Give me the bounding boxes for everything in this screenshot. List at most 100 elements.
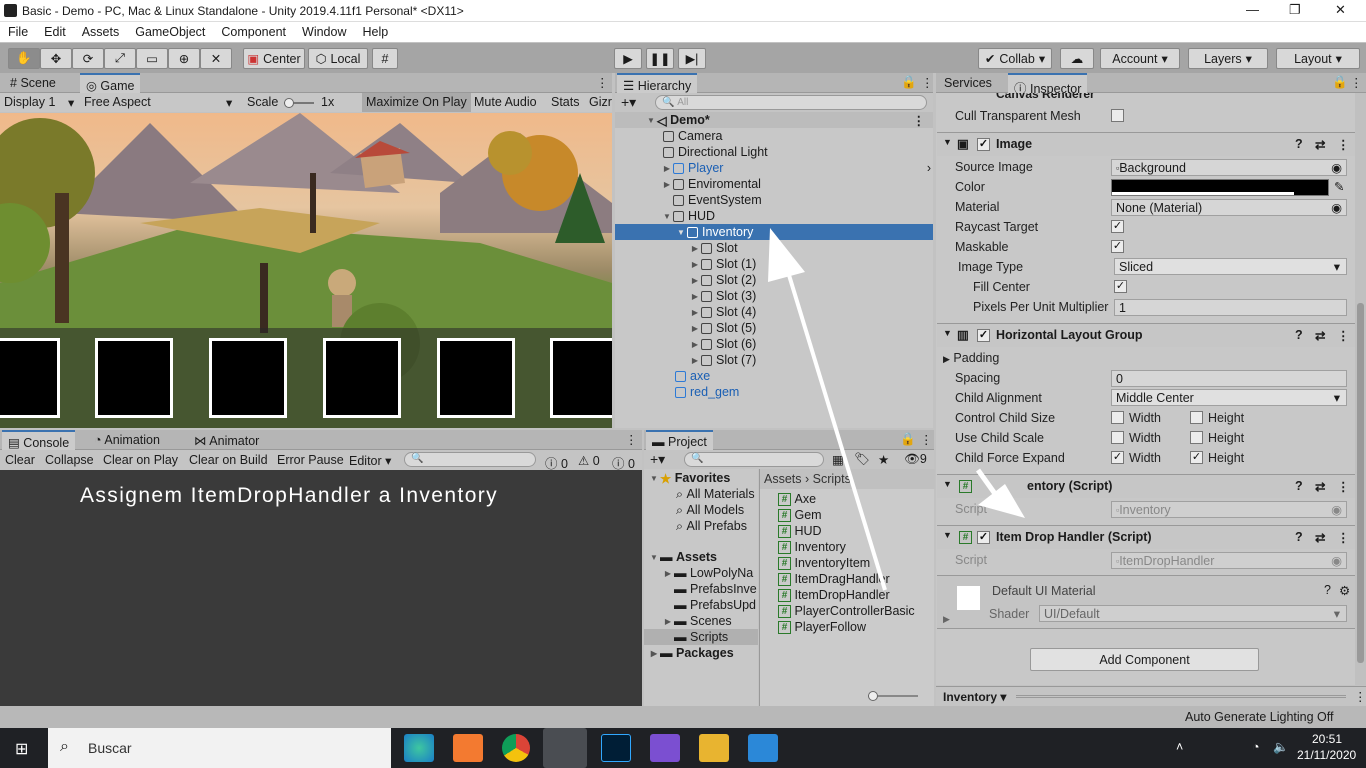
tab-hierarchy[interactable]: ☰ Hierarchy xyxy=(617,73,698,93)
hierarchy-item[interactable]: ▶ Slot (4) xyxy=(689,304,756,320)
clear-button[interactable]: Clear xyxy=(5,453,35,467)
preset-icon[interactable]: ⇄ xyxy=(1315,530,1325,545)
gizmos-button[interactable]: Gizr xyxy=(589,95,612,109)
close-icon[interactable]: ✕ xyxy=(1335,2,1346,18)
child-align-dropdown[interactable]: Middle Center ▾ xyxy=(1111,389,1347,406)
preview-splitter[interactable] xyxy=(1016,695,1346,698)
material-field[interactable]: None (Material) ◉ xyxy=(1111,199,1347,216)
filter-type-icon[interactable]: ▦ xyxy=(832,452,844,467)
ppu-field[interactable]: 1 xyxy=(1114,299,1347,316)
file-explorer-taskbar-icon[interactable] xyxy=(699,734,729,762)
hierarchy-item[interactable]: EventSystem xyxy=(673,192,762,208)
asset-folder[interactable]: ▶ ▬ Scenes xyxy=(662,613,732,629)
script-file[interactable]: # ItemDropHandler xyxy=(778,587,890,603)
help-icon[interactable]: ? xyxy=(1324,583,1331,597)
layers-button[interactable]: Layers ▾ xyxy=(1188,48,1268,69)
tray-chevron-icon[interactable]: ˄ xyxy=(1176,740,1183,754)
asset-folder[interactable]: ▬ PrefabsInve xyxy=(674,581,757,597)
footer-selection-dropdown[interactable]: Inventory ▾ xyxy=(943,690,1006,704)
windows-start-icon[interactable]: ⊞ xyxy=(15,739,28,759)
inspector-scrollbar[interactable] xyxy=(1355,93,1366,685)
image-type-dropdown[interactable]: Sliced ▾ xyxy=(1114,258,1347,275)
hierarchy-item[interactable]: ▶ Slot (6) xyxy=(689,336,756,352)
rotate-tool-button[interactable]: ⟳ xyxy=(72,48,104,69)
cfe-height-checkbox[interactable]: ✓ xyxy=(1190,451,1203,464)
help-icon[interactable]: ? xyxy=(1295,530,1303,544)
component-menu-icon[interactable]: ⋮ xyxy=(1337,530,1350,545)
script-file[interactable]: # InventoryItem xyxy=(778,555,870,571)
image-component-header[interactable]: ▼ ▣ ✓ Image ? ⇄ ⋮ xyxy=(937,132,1355,156)
filter-label-icon[interactable]: 🏷 xyxy=(854,452,870,467)
packages-header[interactable]: ▶ ▬ Packages xyxy=(648,645,734,661)
cloud-button[interactable]: ☁ xyxy=(1060,48,1094,69)
asset-folder[interactable]: ▬ PrefabsUpd xyxy=(674,597,756,613)
script-file[interactable]: # HUD xyxy=(778,523,822,539)
inventory-slot[interactable] xyxy=(0,338,60,418)
component-menu-icon[interactable]: ⋮ xyxy=(1337,137,1350,152)
hierarchy-item[interactable]: ▶ Enviromental xyxy=(661,176,761,192)
editor-dropdown[interactable]: Editor ▾ xyxy=(349,453,391,468)
tab-services[interactable]: Services xyxy=(938,73,998,93)
asset-folder[interactable]: ▶ ▬ LowPolyNa xyxy=(662,565,753,581)
panel-menu-icon[interactable]: ⋮ xyxy=(596,75,609,90)
drop-handler-enabled-checkbox[interactable]: ✓ xyxy=(977,531,990,544)
ucs-height-checkbox[interactable] xyxy=(1190,431,1203,444)
project-menu-icon[interactable]: ⋮ xyxy=(920,432,933,447)
foldout-icon[interactable]: ▼ xyxy=(943,137,952,147)
custom-tool-button[interactable]: ✕ xyxy=(200,48,232,69)
tab-game[interactable]: ◎ Game xyxy=(80,73,141,93)
ucs-width-checkbox[interactable] xyxy=(1111,431,1124,444)
hidden-packages-toggle[interactable]: 👁9 xyxy=(904,452,927,467)
move-tool-button[interactable]: ✥ xyxy=(40,48,72,69)
menu-component[interactable]: Component xyxy=(213,22,294,42)
footer-menu-icon[interactable]: ⋮ xyxy=(1354,689,1366,704)
console-search-input[interactable]: 🔍 xyxy=(404,452,536,467)
cfe-width-checkbox[interactable]: ✓ xyxy=(1111,451,1124,464)
layout-button[interactable]: Layout ▾ xyxy=(1276,48,1360,69)
hierarchy-item[interactable]: ▶ Slot (1) xyxy=(689,256,756,272)
script-file[interactable]: # PlayerControllerBasic xyxy=(778,603,915,619)
hierarchy-item[interactable]: Directional Light xyxy=(663,144,768,160)
collab-button[interactable]: ✔ Collab ▾ xyxy=(978,48,1052,69)
tab-animator[interactable]: ⋈ Animator xyxy=(188,430,265,450)
ccs-width-checkbox[interactable] xyxy=(1111,411,1124,424)
lock-icon[interactable]: 🔒 xyxy=(901,75,917,90)
raycast-checkbox[interactable]: ✓ xyxy=(1111,220,1124,233)
inventory-slot[interactable] xyxy=(323,338,401,418)
restore-icon[interactable]: ❐ xyxy=(1289,2,1301,18)
hierarchy-item[interactable]: ▶ Slot (3) xyxy=(689,288,756,304)
eyedropper-icon[interactable]: ✎ xyxy=(1334,179,1344,194)
favorites-header[interactable]: ▼ ★ Favorites xyxy=(648,470,730,486)
spacing-field[interactable]: 0 xyxy=(1111,370,1347,387)
pivot-center-button[interactable]: ▣ Center xyxy=(243,48,305,69)
menu-file[interactable]: File xyxy=(0,22,36,42)
foldout-icon[interactable]: ▼ xyxy=(943,328,952,338)
edge-taskbar-icon[interactable] xyxy=(404,734,434,762)
inventory-slot[interactable] xyxy=(209,338,287,418)
network-icon[interactable]: ◔ xyxy=(1252,740,1260,754)
foldout-icon[interactable]: ▼ xyxy=(943,479,952,489)
script-file[interactable]: # ItemDragHandler xyxy=(778,571,890,587)
scale-slider[interactable] xyxy=(284,98,314,108)
menu-gameobject[interactable]: GameObject xyxy=(127,22,213,42)
stats-button[interactable]: Stats xyxy=(551,95,580,109)
hierarchy-item[interactable]: ▶ Player › xyxy=(661,160,931,176)
inventory-script-header[interactable]: ▼ # entory (Script) ? ⇄ ⋮ xyxy=(937,474,1355,498)
taskbar-search-input[interactable]: ⌕ Buscar xyxy=(48,728,391,768)
script-file[interactable]: # PlayerFollow xyxy=(778,619,866,635)
hierarchy-menu-icon[interactable]: ⋮ xyxy=(921,75,934,90)
breadcrumb-scripts[interactable]: Scripts xyxy=(813,472,851,486)
chrome-taskbar-icon[interactable] xyxy=(502,734,530,762)
inspector-menu-icon[interactable]: ⋮ xyxy=(1350,75,1363,90)
scale-tool-button[interactable]: ⤢ xyxy=(104,48,136,69)
maskable-checkbox[interactable]: ✓ xyxy=(1111,240,1124,253)
menu-assets[interactable]: Assets xyxy=(74,22,128,42)
favorite-item[interactable]: ⌕ All Materials xyxy=(676,486,755,502)
ccs-height-checkbox[interactable] xyxy=(1190,411,1203,424)
help-icon[interactable]: ? xyxy=(1295,137,1303,151)
favorite-item[interactable]: ⌕ All Models xyxy=(676,502,744,518)
unity-taskbar-icon[interactable] xyxy=(543,728,587,768)
hierarchy-item[interactable]: ▶ Slot xyxy=(689,240,738,256)
account-button[interactable]: Account ▾ xyxy=(1100,48,1180,69)
hierarchy-item-selected[interactable]: ▼ Inventory xyxy=(615,224,933,240)
